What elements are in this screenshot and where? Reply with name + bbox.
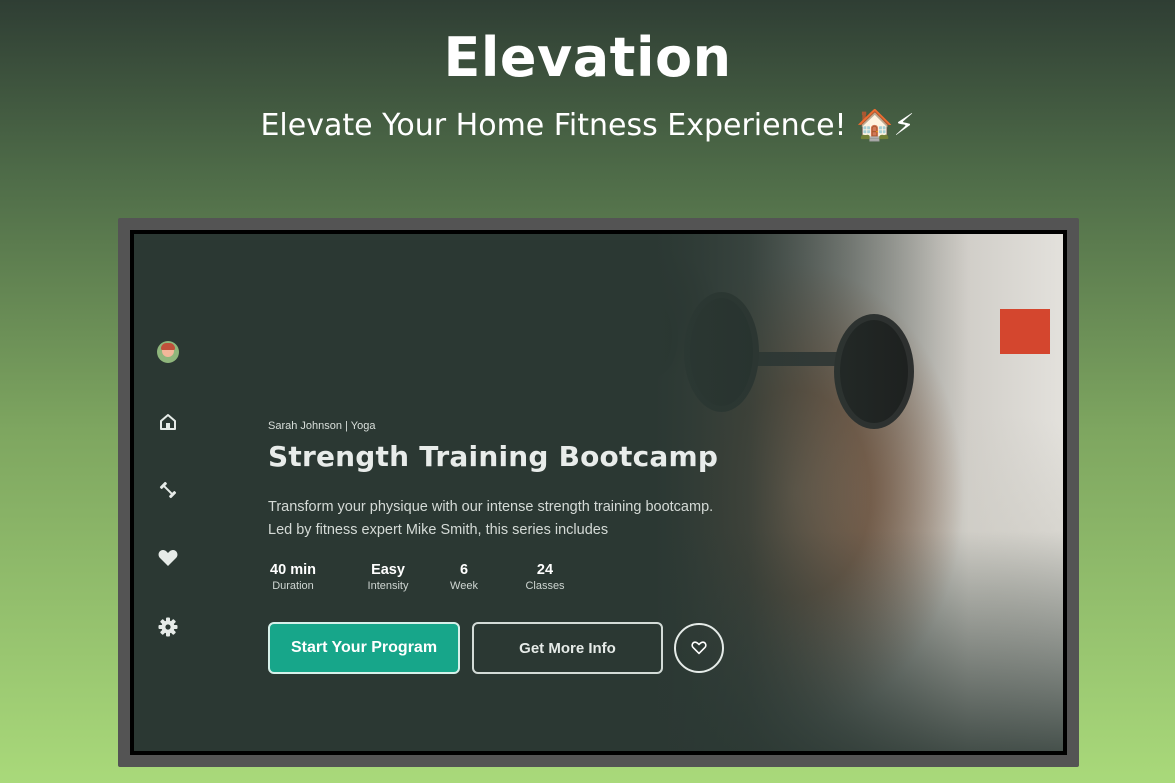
stat-intensity: Easy Intensity [362, 562, 414, 592]
tv-frame: Sarah Johnson | Yoga Strength Training B… [118, 218, 1079, 767]
start-program-button[interactable]: Start Your Program [268, 622, 460, 674]
more-info-button[interactable]: Get More Info [472, 622, 663, 674]
program-stats: 40 min Duration Easy Intensity 6 Week 24… [268, 562, 570, 592]
stat-label: Intensity [367, 580, 409, 592]
stat-value: 6 [459, 562, 469, 578]
stat-value: Easy [371, 562, 405, 578]
dumbbell-icon [159, 481, 177, 499]
tv-screen: Sarah Johnson | Yoga Strength Training B… [134, 234, 1063, 751]
sidebar-item-settings[interactable] [156, 615, 180, 639]
stat-value: 40 min [270, 562, 316, 578]
program-description: Transform your physique with our intense… [268, 499, 714, 538]
tv-bezel: Sarah Johnson | Yoga Strength Training B… [130, 230, 1067, 755]
stat-label: Duration [272, 580, 314, 592]
stat-label: Classes [525, 580, 565, 592]
gear-icon [158, 617, 178, 637]
instructor-category: Sarah Johnson | Yoga [268, 420, 376, 432]
favorite-button[interactable] [674, 623, 724, 673]
home-icon [160, 414, 176, 430]
stat-weeks: 6 Week [444, 562, 484, 592]
stat-duration: 40 min Duration [268, 562, 318, 592]
profile-avatar[interactable] [156, 340, 180, 364]
sidebar-item-favorites[interactable] [156, 546, 180, 570]
heart-icon [158, 550, 178, 566]
sidebar-item-home[interactable] [156, 410, 180, 434]
app-title: Elevation [443, 26, 732, 89]
stat-value: 24 [536, 562, 554, 578]
program-title: Strength Training Bootcamp [268, 440, 719, 473]
heart-outline-icon [691, 641, 707, 655]
app-tagline: Elevate Your Home Fitness Experience! 🏠⚡ [260, 108, 915, 143]
sidebar-item-workouts[interactable] [156, 478, 180, 502]
stat-classes: 24 Classes [520, 562, 570, 592]
stat-label: Week [450, 580, 478, 592]
user-avatar-icon [157, 341, 179, 363]
